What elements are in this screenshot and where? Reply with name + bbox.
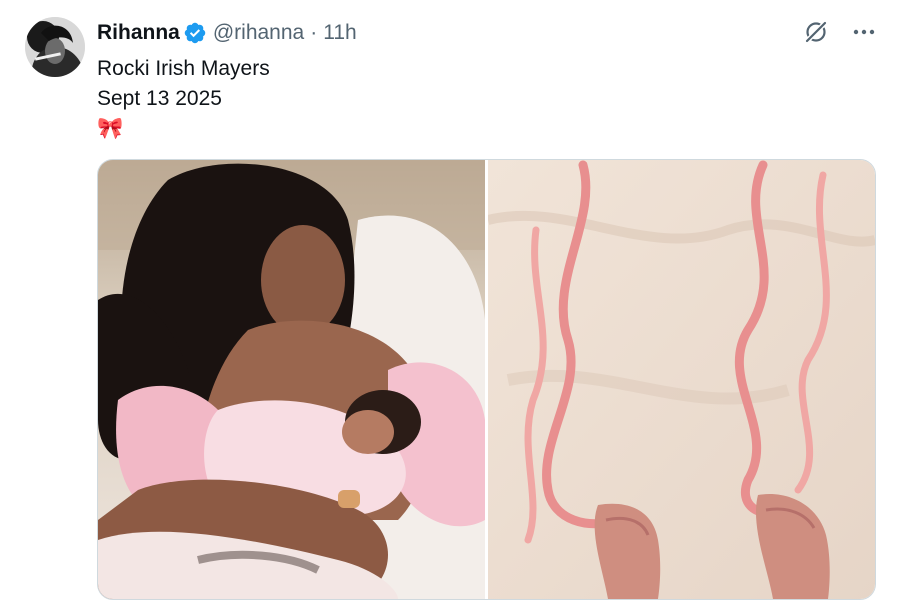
media-photo-1[interactable] bbox=[98, 160, 485, 599]
ribbon-emoji: 🎀 bbox=[97, 117, 124, 140]
media-grid bbox=[97, 159, 876, 600]
tweet-actions bbox=[803, 19, 877, 45]
tweet: Rihanna @rihanna · 11h Rocki Irish Mayer… bbox=[0, 0, 903, 616]
avatar[interactable] bbox=[25, 17, 85, 77]
tweet-text-line-1: Rocki Irish Mayers bbox=[97, 57, 270, 80]
tweet-header: Rihanna @rihanna · 11h bbox=[97, 19, 357, 47]
tweet-text: Rocki Irish Mayers Sept 13 2025 🎀 bbox=[97, 54, 270, 148]
separator-dot: · bbox=[310, 21, 318, 44]
media-photo-2[interactable] bbox=[488, 160, 875, 599]
verified-badge-icon bbox=[184, 22, 206, 44]
author-handle[interactable]: @rihanna bbox=[213, 21, 304, 45]
author-name[interactable]: Rihanna bbox=[97, 21, 180, 45]
tweet-timestamp[interactable]: 11h bbox=[323, 21, 356, 45]
tweet-text-line-2: Sept 13 2025 bbox=[97, 87, 222, 110]
more-icon[interactable] bbox=[851, 19, 877, 45]
grok-icon[interactable] bbox=[803, 19, 829, 45]
